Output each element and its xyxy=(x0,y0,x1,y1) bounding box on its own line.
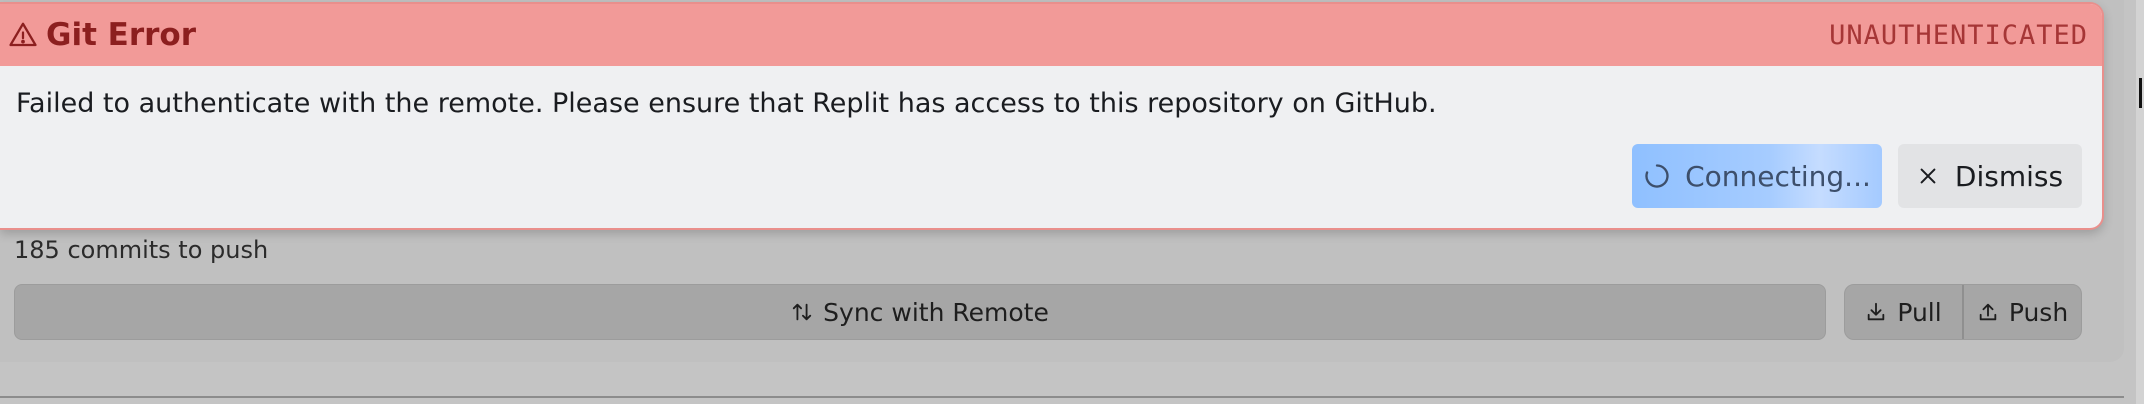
commits-to-push-text: 185 commits to push xyxy=(14,236,269,264)
connect-label: Connecting... xyxy=(1685,159,1871,193)
sync-with-remote-button[interactable]: Sync with Remote xyxy=(14,284,1826,340)
warning-triangle-icon xyxy=(8,20,38,50)
error-header: Git Error UNAUTHENTICATED xyxy=(0,4,2102,66)
spinner-icon xyxy=(1643,162,1671,190)
push-label: Push xyxy=(2008,297,2069,327)
download-icon xyxy=(1865,301,1887,323)
divider-line xyxy=(0,396,2124,398)
error-code: UNAUTHENTICATED xyxy=(1829,19,2088,51)
side-strip xyxy=(2136,0,2144,404)
error-title: Git Error xyxy=(46,17,197,53)
dismiss-label: Dismiss xyxy=(1954,159,2064,193)
close-icon xyxy=(1917,165,1939,187)
dismiss-button[interactable]: Dismiss xyxy=(1898,144,2082,208)
error-message: Failed to authenticate with the remote. … xyxy=(16,88,1437,119)
sync-label: Sync with Remote xyxy=(823,297,1049,327)
git-error-alert: Git Error UNAUTHENTICATED Failed to auth… xyxy=(0,2,2104,230)
push-button[interactable]: Push xyxy=(1964,285,2081,339)
error-title-group: Git Error xyxy=(8,17,196,53)
sort-arrows-icon xyxy=(791,301,813,323)
pull-button[interactable]: Pull xyxy=(1845,285,1962,339)
connect-button[interactable]: Connecting... xyxy=(1632,144,1882,208)
pull-label: Pull xyxy=(1897,297,1942,327)
pull-push-group: Pull Push xyxy=(1844,284,2082,340)
upload-icon xyxy=(1977,301,1999,323)
side-marker xyxy=(2139,78,2142,108)
